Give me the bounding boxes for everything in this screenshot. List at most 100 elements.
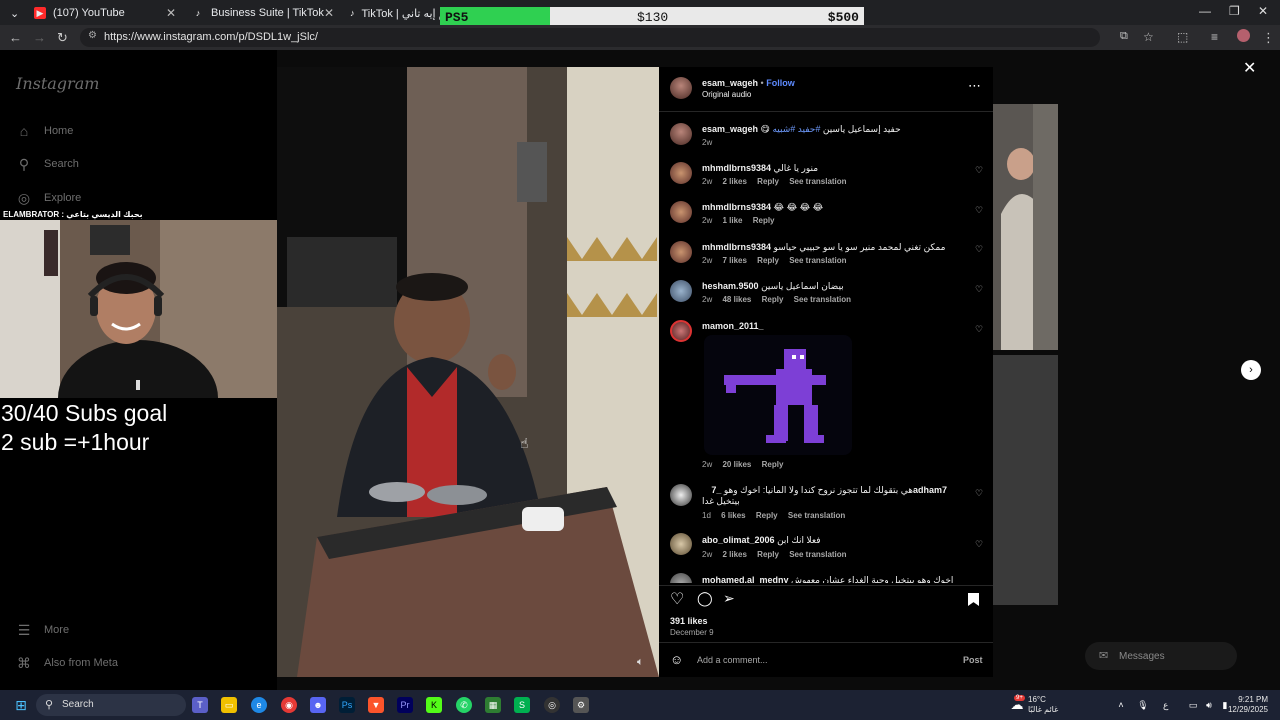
tab-tiktok[interactable]: ♪ TikTok | لكم إيه تاني bbox=[342, 2, 440, 24]
comment-username[interactable]: abo_olimat_2006 bbox=[702, 535, 775, 545]
comment-gif[interactable] bbox=[704, 335, 852, 455]
see-translation-button[interactable]: See translation bbox=[789, 177, 846, 186]
file-explorer-icon[interactable]: ▭ bbox=[221, 697, 237, 713]
comment-username[interactable]: mamon_2011_ bbox=[702, 321, 764, 331]
sidebar-item-more[interactable]: ☰ More bbox=[16, 622, 69, 638]
comment-bubble-icon[interactable]: ◯ bbox=[697, 590, 713, 607]
commenter-avatar[interactable] bbox=[670, 280, 692, 302]
author-avatar[interactable] bbox=[670, 77, 692, 99]
chevron-up-icon[interactable]: ˄ bbox=[1113, 697, 1129, 713]
comment-likes[interactable]: 48 likes bbox=[722, 295, 751, 304]
clock-time[interactable]: 9:21 PM bbox=[1222, 695, 1268, 704]
instagram-logo[interactable]: Instagram bbox=[16, 74, 99, 93]
browser-menu-icon[interactable]: ⋮ bbox=[1262, 30, 1275, 46]
comment-likes[interactable]: 6 likes bbox=[721, 511, 745, 520]
commenter-avatar[interactable] bbox=[670, 573, 692, 583]
more-options-icon[interactable]: ⋯ bbox=[968, 78, 981, 94]
close-post-icon[interactable]: ✕ bbox=[1243, 58, 1256, 78]
restore-icon[interactable]: ❐ bbox=[1229, 4, 1240, 18]
clock-date[interactable]: 12/29/2025 bbox=[1222, 705, 1268, 714]
profile-avatar[interactable] bbox=[1237, 29, 1250, 42]
bookmark-star-icon[interactable]: ☆ bbox=[1143, 30, 1154, 44]
comment-username[interactable]: hesham.9500 bbox=[702, 281, 759, 291]
caption-avatar[interactable] bbox=[670, 123, 692, 145]
add-comment-input[interactable]: Add a comment... bbox=[697, 655, 768, 665]
comment-likes[interactable]: 20 likes bbox=[722, 460, 751, 469]
close-window-icon[interactable]: ✕ bbox=[1258, 4, 1268, 18]
author-username[interactable]: esam_wageh bbox=[702, 78, 758, 88]
sidebar-item-meta[interactable]: ⌘ Also from Meta bbox=[16, 655, 118, 671]
post-video[interactable]: ☝ bbox=[277, 67, 659, 677]
close-tab-icon[interactable]: ✕ bbox=[324, 6, 334, 20]
reply-button[interactable]: Reply bbox=[757, 256, 779, 265]
comment-username[interactable]: mhmdlbrns9384 bbox=[702, 202, 771, 212]
follow-button[interactable]: Follow bbox=[766, 78, 795, 88]
next-post-preview[interactable] bbox=[993, 104, 1058, 350]
comment-like-heart-icon[interactable]: ♡ bbox=[975, 244, 983, 255]
edge-icon[interactable]: e bbox=[251, 697, 267, 713]
volume-icon[interactable]: 🔊︎ bbox=[1201, 697, 1217, 713]
site-info-icon[interactable]: ⚙ bbox=[88, 30, 97, 41]
obs-icon[interactable]: ◎ bbox=[544, 697, 560, 713]
reload-icon[interactable]: ↻ bbox=[57, 30, 68, 46]
tab-tiktok-business[interactable]: ♪ Business Suite | TikTok ✕ bbox=[184, 2, 342, 24]
see-translation-button[interactable]: See translation bbox=[788, 511, 845, 520]
see-translation-button[interactable]: See translation bbox=[789, 550, 846, 559]
comment-likes[interactable]: 2 likes bbox=[722, 177, 746, 186]
reply-button[interactable]: Reply bbox=[756, 511, 778, 520]
next-post-preview-lower[interactable] bbox=[993, 355, 1058, 605]
emoji-icon[interactable]: ☺ bbox=[670, 652, 683, 667]
taskbar-search[interactable]: ⚲ Search bbox=[36, 694, 186, 716]
commenter-avatar[interactable] bbox=[670, 533, 692, 555]
commenter-avatar[interactable] bbox=[670, 162, 692, 184]
comment-like-heart-icon[interactable]: ♡ bbox=[975, 324, 983, 335]
commenter-avatar[interactable] bbox=[670, 241, 692, 263]
commenter-avatar[interactable] bbox=[670, 201, 692, 223]
caption-hashtags[interactable]: #حفيد #شبيه bbox=[772, 124, 820, 134]
whatsapp-icon[interactable]: ✆ bbox=[456, 697, 472, 713]
minimize-icon[interactable]: — bbox=[1199, 4, 1211, 18]
see-translation-button[interactable]: See translation bbox=[789, 256, 846, 265]
like-heart-icon[interactable]: ♡ bbox=[670, 589, 684, 609]
reading-list-icon[interactable]: ≡ bbox=[1211, 30, 1218, 44]
network-icon[interactable]: ▭ bbox=[1185, 697, 1201, 713]
reply-button[interactable]: Reply bbox=[753, 216, 775, 225]
caption-username[interactable]: esam_wageh bbox=[702, 124, 758, 134]
teams-icon[interactable]: T bbox=[192, 697, 208, 713]
messages-button[interactable]: ✉ Messages bbox=[1085, 642, 1237, 670]
chrome-icon[interactable]: ◉ bbox=[281, 697, 297, 713]
reply-button[interactable]: Reply bbox=[762, 460, 784, 469]
language-indicator[interactable]: ع bbox=[1163, 700, 1168, 711]
photoshop-icon[interactable]: Ps bbox=[339, 697, 355, 713]
premiere-icon[interactable]: Pr bbox=[397, 697, 413, 713]
save-bookmark-icon[interactable] bbox=[968, 593, 979, 606]
post-comment-button[interactable]: Post bbox=[963, 655, 983, 665]
settings-gear-icon[interactable]: ⚙ bbox=[573, 697, 589, 713]
comment-username[interactable]: mhmdlbrns9384 bbox=[702, 242, 771, 252]
comment-like-heart-icon[interactable]: ♡ bbox=[975, 284, 983, 295]
reply-button[interactable]: Reply bbox=[762, 295, 784, 304]
reply-button[interactable]: Reply bbox=[757, 177, 779, 186]
close-tab-icon[interactable]: ✕ bbox=[166, 6, 176, 20]
kick-icon[interactable]: K bbox=[426, 697, 442, 713]
weather-desc[interactable]: غائم غالبًا bbox=[1028, 705, 1058, 714]
comment-like-heart-icon[interactable]: ♡ bbox=[975, 165, 983, 176]
comment-like-heart-icon[interactable]: ♡ bbox=[975, 539, 983, 550]
comment-like-heart-icon[interactable]: ♡ bbox=[975, 488, 983, 499]
reply-button[interactable]: Reply bbox=[757, 550, 779, 559]
commenter-avatar[interactable] bbox=[670, 320, 692, 342]
brave-icon[interactable]: ▼ bbox=[368, 697, 384, 713]
weather-temp[interactable]: 16°C bbox=[1028, 695, 1046, 704]
app-icon[interactable]: S bbox=[514, 697, 530, 713]
forward-icon[interactable]: → bbox=[33, 30, 46, 45]
comment-username[interactable]: mohamed.al_medny bbox=[702, 575, 789, 583]
microphone-icon[interactable]: 🎙︎ bbox=[1135, 697, 1151, 713]
minecraft-icon[interactable]: ▦ bbox=[485, 697, 501, 713]
comment-likes[interactable]: 7 likes bbox=[722, 256, 746, 265]
windows-start-icon[interactable]: ⊞ bbox=[13, 697, 29, 713]
next-post-chevron-icon[interactable]: › bbox=[1241, 360, 1261, 380]
audio-label[interactable]: Original audio bbox=[702, 90, 751, 99]
comment-like-heart-icon[interactable]: ♡ bbox=[975, 205, 983, 216]
commenter-avatar[interactable] bbox=[670, 484, 692, 506]
mute-icon[interactable]: 🔈︎ bbox=[637, 656, 644, 669]
